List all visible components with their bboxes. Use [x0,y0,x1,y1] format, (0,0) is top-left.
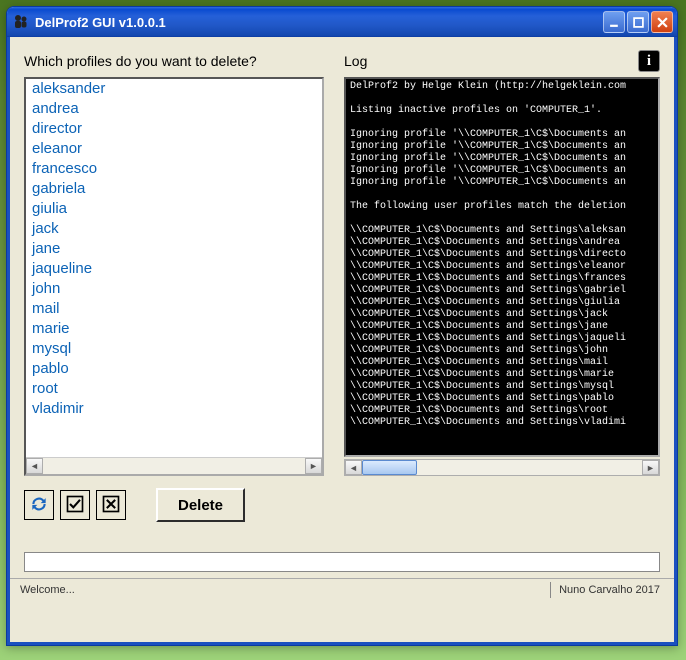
scroll-thumb[interactable] [362,460,417,475]
refresh-icon [29,494,49,517]
scroll-left-arrow-icon[interactable]: ◄ [345,460,362,475]
list-item[interactable]: mail [26,299,322,319]
scroll-right-arrow-icon[interactable]: ► [642,460,659,475]
list-item[interactable]: root [26,379,322,399]
list-item[interactable]: mysql [26,339,322,359]
profiles-hscroll[interactable]: ◄ ► [26,457,322,474]
status-welcome: Welcome... [16,582,551,598]
list-item[interactable]: eleanor [26,139,322,159]
list-item[interactable]: marie [26,319,322,339]
profiles-listbox[interactable]: aleksanderandreadirectoreleanorfrancesco… [24,77,324,476]
maximize-button[interactable] [627,11,649,33]
scroll-left-arrow-icon[interactable]: ◄ [26,458,43,474]
info-icon: i [647,53,651,70]
status-credit: Nuno Carvalho 2017 [551,582,668,598]
refresh-button[interactable] [24,490,54,520]
list-item[interactable]: vladimir [26,399,322,419]
list-item[interactable]: jane [26,239,322,259]
uncheck-all-icon [101,494,121,517]
list-item[interactable]: jack [26,219,322,239]
app-window: DelProf2 GUI v1.0.0.1 Which profiles do … [6,6,678,646]
status-bar: Welcome... Nuno Carvalho 2017 [10,578,674,600]
delete-button[interactable]: Delete [156,488,245,522]
profiles-panel: Which profiles do you want to delete? al… [24,51,324,476]
progress-bar [24,552,660,572]
list-item[interactable]: gabriela [26,179,322,199]
scroll-right-arrow-icon[interactable]: ► [305,458,322,474]
list-item[interactable]: francesco [26,159,322,179]
window-title: DelProf2 GUI v1.0.0.1 [35,15,603,30]
list-item[interactable]: pablo [26,359,322,379]
profiles-header: Which profiles do you want to delete? [24,53,257,69]
close-button[interactable] [651,11,673,33]
check-all-icon [65,494,85,517]
client-area: Which profiles do you want to delete? al… [7,37,677,645]
app-icon [13,14,29,30]
list-item[interactable]: jaqueline [26,259,322,279]
titlebar[interactable]: DelProf2 GUI v1.0.0.1 [7,7,677,37]
list-item[interactable]: john [26,279,322,299]
minimize-button[interactable] [603,11,625,33]
list-item[interactable]: aleksander [26,79,322,99]
log-panel: Log i DelProf2 by Helge Klein (http://he… [344,51,660,476]
log-hscroll[interactable]: ◄ ► [344,459,660,476]
action-toolbar: Delete [24,488,660,522]
log-textbox[interactable]: DelProf2 by Helge Klein (http://helgekle… [344,77,660,457]
select-all-button[interactable] [60,490,90,520]
about-button[interactable]: i [638,50,660,72]
list-item[interactable]: director [26,119,322,139]
log-header: Log [344,53,367,69]
select-none-button[interactable] [96,490,126,520]
list-item[interactable]: andrea [26,99,322,119]
list-item[interactable]: giulia [26,199,322,219]
